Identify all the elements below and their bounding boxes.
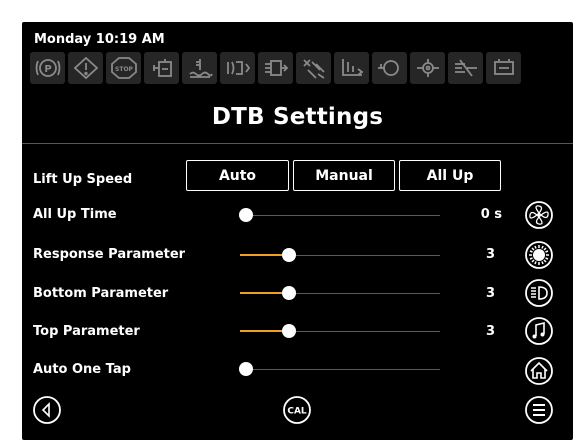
bottom-parameter-value: 3	[485, 286, 495, 301]
response-parameter-slider-knob[interactable]	[282, 248, 296, 262]
hydraulic-icon	[258, 52, 293, 84]
svg-text:STOP: STOP	[115, 66, 134, 73]
warning-triangle-icon	[68, 52, 103, 84]
home-icon[interactable]	[524, 356, 554, 386]
title-divider	[22, 143, 573, 144]
filter-clog-icon	[296, 52, 331, 84]
stop-icon: STOP	[106, 52, 141, 84]
date-time: Monday 10:19 AM	[34, 32, 165, 47]
all-up-time-label: All Up Time	[33, 207, 117, 222]
bottom-parameter-label: Bottom Parameter	[33, 286, 169, 301]
menu-icon	[525, 396, 553, 424]
svg-text:P: P	[44, 64, 51, 75]
work-light-icon[interactable]	[524, 240, 554, 270]
all-up-time-slider-knob[interactable]	[239, 208, 253, 222]
gear-temp-icon	[410, 52, 445, 84]
warning-indicator-bar: P STOP	[30, 52, 521, 84]
battery-icon	[486, 52, 521, 84]
all-up-time-value: 0 s	[480, 207, 502, 222]
cal-button[interactable]: CAL	[282, 395, 312, 425]
response-parameter-value: 3	[485, 247, 495, 262]
oil-pressure-icon	[372, 52, 407, 84]
lift-speed-all-up-button[interactable]: All Up	[399, 160, 501, 191]
lift-speed-manual-button[interactable]: Manual	[293, 160, 395, 191]
transmission-icon	[334, 52, 369, 84]
fuel-filter-icon	[144, 52, 179, 84]
top-parameter-label: Top Parameter	[33, 324, 140, 339]
auto-one-tap-slider-knob[interactable]	[239, 362, 253, 376]
lift-up-speed-label: Lift Up Speed	[33, 172, 133, 187]
auto-one-tap-label: Auto One Tap	[33, 362, 131, 377]
music-icon[interactable]	[524, 316, 554, 346]
parking-brake-icon: P	[30, 52, 65, 84]
lift-speed-auto-button[interactable]: Auto	[186, 160, 289, 191]
top-parameter-slider-knob[interactable]	[282, 324, 296, 338]
response-parameter-label: Response Parameter	[33, 247, 186, 262]
pto-icon	[448, 52, 483, 84]
fan-icon[interactable]	[524, 200, 554, 230]
page-title: DTB Settings	[211, 104, 384, 130]
auto-one-tap-slider[interactable]	[240, 369, 440, 370]
headlight-icon[interactable]	[524, 278, 554, 308]
menu-button[interactable]	[524, 395, 554, 425]
all-up-time-slider[interactable]	[240, 215, 440, 216]
coolant-level-icon	[182, 52, 217, 84]
back-arrow-icon	[33, 396, 61, 424]
back-button[interactable]	[32, 395, 62, 425]
engine-preheat-icon	[220, 52, 255, 84]
display-screen: Monday 10:19 AM P STOP DTB Settings Lift…	[22, 22, 573, 440]
top-parameter-value: 3	[485, 324, 495, 339]
cal-label: CAL	[287, 407, 307, 417]
bottom-parameter-slider-knob[interactable]	[282, 286, 296, 300]
